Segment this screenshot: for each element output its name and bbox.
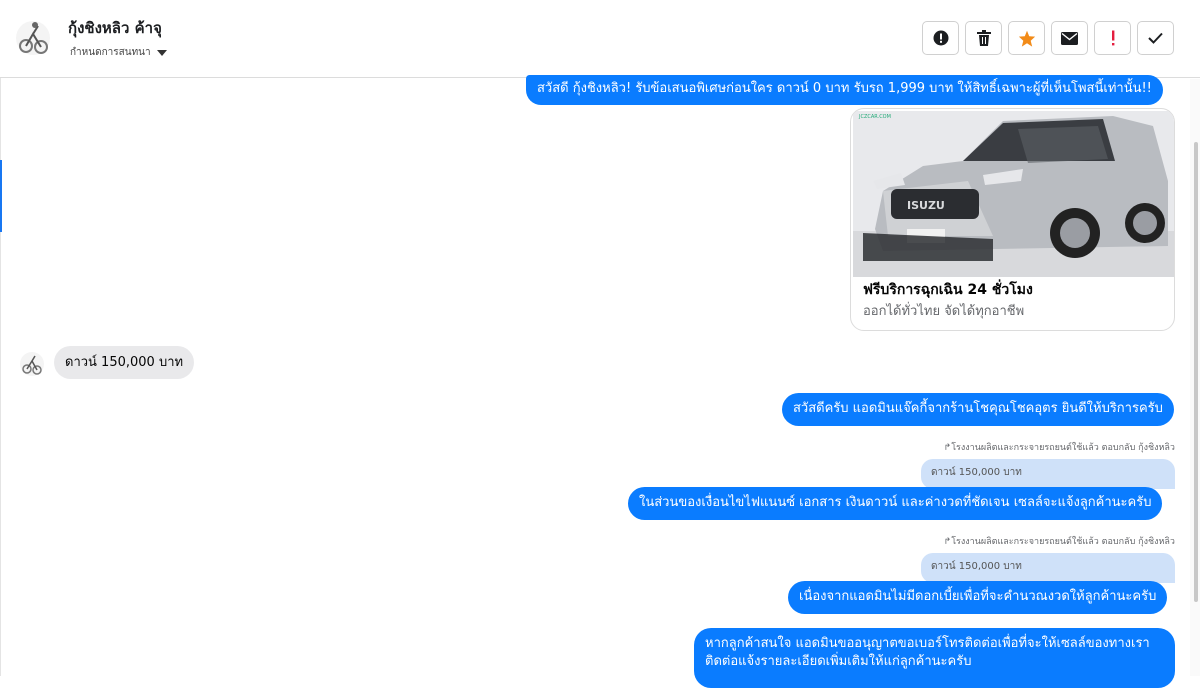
customer-avatar: [19, 349, 45, 379]
info-button[interactable]: [922, 21, 959, 55]
mark-important-button[interactable]: [1094, 21, 1131, 55]
chevron-down-icon: [156, 49, 167, 56]
exclamation-icon: [1111, 30, 1114, 46]
contact-avatar[interactable]: [14, 16, 52, 60]
mail-icon: [1061, 31, 1078, 45]
outgoing-message[interactable]: สวัสดี กุ้งชิงหลิว! รับข้อเสนอพิเศษก่อนใ…: [526, 75, 1163, 105]
message-text: สวัสดีครับ แอดมินแจ๊คกี้จากร้านโชคุณโชคอ…: [793, 401, 1163, 416]
card-subtitle: ออกได้ทั่วไทย จัดได้ทุกอาชีพ: [863, 304, 1025, 319]
header-actions: [922, 21, 1174, 55]
outgoing-message[interactable]: เนื่องจากแอดมินไม่มีดอกเบี้ยเพื่อที่จะคำ…: [788, 581, 1168, 614]
message-text: ในส่วนของเงื่อนไขไฟแนนซ์ เอกสาร เงินดาวน…: [639, 495, 1152, 510]
card-title: ฟรีบริการฉุกเฉิน 24 ชั่วโมง: [863, 282, 1033, 298]
reply-context-label: ↱โรงงานผลิตและกระจายรถยนต์ใช้แล้ว ตอบกลั…: [943, 537, 1175, 547]
conversation-label-text: กำหนดการสนทนา: [70, 47, 151, 58]
outgoing-message[interactable]: ในส่วนของเงื่อนไขไฟแนนซ์ เอกสาร เงินดาวน…: [628, 487, 1163, 520]
message-text-line: หากลูกค้าสนใจ แอดมินขออนุญาตขอเบอร์โทรติ…: [705, 636, 1150, 651]
check-icon: [1148, 32, 1163, 44]
outgoing-message[interactable]: หากลูกค้าสนใจ แอดมินขออนุญาตขอเบอร์โทรติ…: [694, 628, 1175, 688]
trash-icon: [976, 30, 991, 46]
message-text-line: ติดต่อแจ้งรายละเอียดเพิ่มเติมให้แก่ลูกค้…: [705, 654, 972, 669]
star-button[interactable]: [1008, 21, 1045, 55]
incoming-message[interactable]: ดาวน์ 150,000 บาท: [54, 346, 195, 379]
reply-context-label: ↱โรงงานผลิตและกระจายรถยนต์ใช้แล้ว ตอบกลั…: [943, 443, 1175, 453]
link-preview-card[interactable]: JCZCAR.COM ISUZU ฟรีบริการฉุกเฉิน 24 ชั่…: [850, 108, 1175, 331]
conversation-header: กุ้งชิงหลิว ค้าจุ กำหนดการสนทนา: [0, 0, 1200, 78]
outgoing-message[interactable]: สวัสดีครับ แอดมินแจ๊คกี้จากร้านโชคุณโชคอ…: [782, 393, 1174, 426]
info-circle-icon: [933, 30, 948, 46]
message-text: เนื่องจากแอดมินไม่มีดอกเบี้ยเพื่อที่จะคำ…: [799, 589, 1157, 604]
quoted-message[interactable]: ดาวน์ 150,000 บาท: [921, 553, 1175, 583]
message-text: สวัสดี กุ้งชิงหลิว! รับข้อเสนอพิเศษก่อนใ…: [537, 81, 1152, 96]
left-selection-accent: [0, 160, 2, 232]
conversation-label-dropdown[interactable]: กำหนดการสนทนา: [70, 45, 167, 60]
quoted-message[interactable]: ดาวน์ 150,000 บาท: [921, 459, 1175, 489]
star-icon: [1018, 30, 1035, 47]
message-text: ดาวน์ 150,000 บาท: [65, 355, 184, 370]
contact-name[interactable]: กุ้งชิงหลิว ค้าจุ: [68, 16, 162, 40]
mail-button[interactable]: [1051, 21, 1088, 55]
scrollbar-thumb[interactable]: [1194, 142, 1198, 602]
svg-text:JCZCAR.COM: JCZCAR.COM: [858, 114, 891, 120]
car-image: JCZCAR.COM ISUZU: [853, 111, 1174, 277]
svg-text:ISUZU: ISUZU: [907, 199, 945, 212]
delete-button[interactable]: [965, 21, 1002, 55]
left-border: [0, 0, 1, 676]
mark-done-button[interactable]: [1137, 21, 1174, 55]
